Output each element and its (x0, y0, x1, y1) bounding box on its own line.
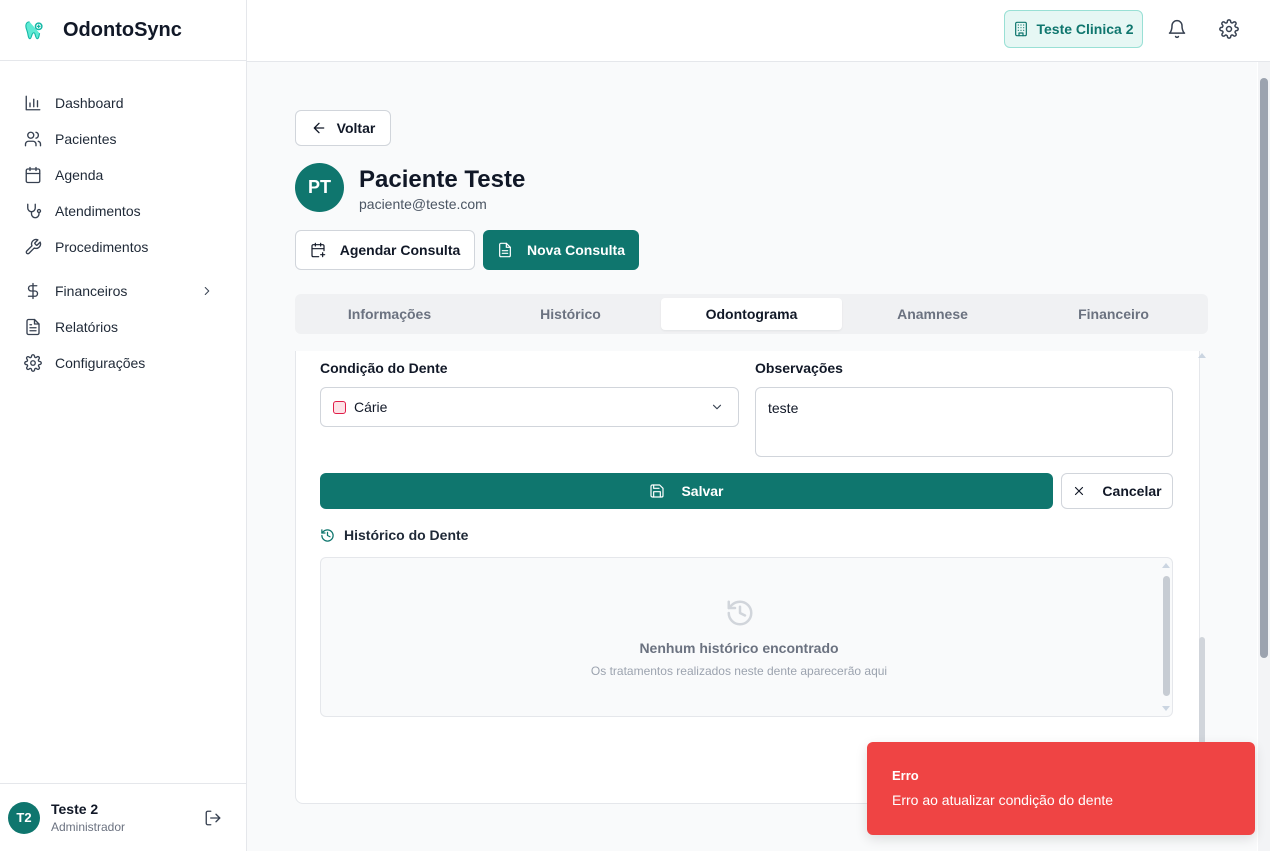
bell-icon[interactable] (1167, 19, 1187, 39)
toast-title: Erro (892, 768, 919, 783)
scroll-up-arrow[interactable] (1198, 353, 1206, 358)
clinic-selector-button[interactable]: Teste Clinica 2 (1004, 10, 1143, 48)
dollar-icon (27, 282, 39, 300)
sidebar-item-label: Agenda (55, 167, 104, 183)
tab-anamnese[interactable]: Anamnese (842, 298, 1023, 330)
sidebar-item-atendimentos[interactable]: Atendimentos (0, 193, 246, 229)
user-profile: T2 Teste 2 Administrador (0, 783, 246, 851)
page-title: Paciente Teste (359, 166, 526, 193)
sidebar-item-label: Atendimentos (55, 203, 141, 219)
sidebar-item-label: Procedimentos (55, 239, 149, 255)
back-label: Voltar (336, 120, 376, 136)
tooth-logo-icon (25, 21, 43, 40)
clinic-label: Teste Clinica 2 (1036, 21, 1134, 37)
scrollbar-thumb[interactable] (1260, 78, 1268, 658)
empty-state-subtitle: Os tratamentos realizados neste dente ap… (590, 664, 888, 678)
toast-message: Erro ao atualizar condição do dente (892, 792, 1114, 808)
top-header: Teste Clinica 2 (247, 0, 1270, 62)
notes-label: Observações (755, 360, 843, 376)
sidebar: OdontoSync Dashboard Pacientes Agenda At… (0, 0, 247, 851)
tab-historico[interactable]: Histórico (480, 298, 661, 330)
sidebar-item-financeiros[interactable]: Financeiros (0, 273, 246, 309)
new-consult-label: Nova Consulta (526, 242, 625, 258)
sidebar-item-label: Configurações (55, 355, 146, 371)
sidebar-item-relatorios[interactable]: Relatórios (0, 309, 246, 345)
close-icon (1075, 486, 1084, 496)
condition-select[interactable]: Cárie (320, 387, 739, 427)
condition-color-swatch (333, 400, 346, 414)
sidebar-item-procedimentos[interactable]: Procedimentos (0, 229, 246, 265)
cancel-button[interactable]: Cancelar (1061, 473, 1173, 509)
patient-email: paciente@teste.com (359, 196, 487, 212)
file-text-icon (26, 318, 40, 336)
tab-financeiro[interactable]: Financeiro (1023, 298, 1204, 330)
stethoscope-icon (27, 203, 42, 219)
save-button[interactable]: Salvar (320, 473, 1053, 509)
notes-textarea[interactable]: teste (755, 387, 1173, 457)
tab-odontograma[interactable]: Odontograma (661, 298, 842, 330)
empty-state-title: Nenhum histórico encontrado (639, 640, 839, 656)
users-icon (24, 131, 42, 147)
save-label: Salvar (681, 483, 724, 499)
scrollbar-thumb[interactable] (1163, 576, 1170, 696)
calendar-icon (25, 166, 41, 184)
patient-tabs: Informações Histórico Odontograma Anamne… (295, 294, 1208, 334)
brand[interactable]: OdontoSync (0, 0, 246, 61)
scroll-down-arrow[interactable] (1162, 706, 1170, 711)
chart-bar-icon (25, 95, 41, 111)
tab-informacoes[interactable]: Informações (299, 298, 480, 330)
history-icon (321, 528, 334, 542)
gear-icon (24, 354, 42, 372)
calendar-plus-icon (311, 242, 325, 258)
settings-gear-icon[interactable] (1219, 19, 1239, 39)
panel-scrollbar[interactable] (1197, 351, 1207, 804)
sidebar-item-agenda[interactable]: Agenda (0, 157, 246, 193)
logout-icon[interactable] (204, 809, 222, 827)
scroll-up-arrow[interactable] (1162, 563, 1170, 568)
back-button[interactable]: Voltar (295, 110, 391, 146)
page-scrollbar[interactable] (1258, 62, 1270, 851)
tooth-history-heading: Histórico do Dente (320, 527, 468, 543)
brand-name: OdontoSync (63, 18, 182, 41)
wrench-icon (25, 238, 42, 255)
schedule-consult-button[interactable]: Agendar Consulta (295, 230, 475, 270)
cancel-label: Cancelar (1102, 483, 1162, 499)
tooth-history-list[interactable]: Nenhum histórico encontrado Os tratament… (320, 557, 1173, 717)
error-toast[interactable]: Erro Erro ao atualizar condição do dente (867, 742, 1255, 835)
sidebar-item-label: Financeiros (55, 283, 128, 299)
chevron-right-icon[interactable] (200, 284, 214, 298)
save-icon (650, 484, 665, 498)
patient-avatar: PT (295, 163, 344, 212)
condition-label: Condição do Dente (320, 360, 448, 376)
chevron-down-icon (712, 404, 722, 410)
document-icon (499, 242, 511, 258)
sidebar-item-label: Relatórios (55, 319, 119, 335)
history-empty-icon (727, 600, 753, 626)
new-consult-button[interactable]: Nova Consulta (483, 230, 639, 270)
sidebar-item-label: Dashboard (55, 95, 124, 111)
sidebar-item-pacientes[interactable]: Pacientes (0, 121, 246, 157)
building-icon (1015, 21, 1028, 37)
schedule-consult-label: Agendar Consulta (339, 242, 461, 258)
history-scrollbar[interactable] (1160, 558, 1172, 716)
sidebar-item-dashboard[interactable]: Dashboard (0, 85, 246, 121)
user-role: Administrador (51, 820, 126, 834)
sidebar-item-label: Pacientes (55, 131, 117, 147)
arrow-left-icon (313, 122, 325, 134)
avatar: T2 (8, 801, 40, 834)
sidebar-nav: Dashboard Pacientes Agenda Atendimentos … (0, 61, 246, 381)
tooth-history-title: Histórico do Dente (344, 527, 469, 543)
condition-value: Cárie (354, 399, 388, 415)
user-name: Teste 2 (51, 801, 99, 817)
tooth-edit-panel: Condição do Dente Observações Cárie test… (295, 351, 1200, 804)
main-content: Voltar PT Paciente Teste paciente@teste.… (247, 62, 1257, 851)
sidebar-item-configuracoes[interactable]: Configurações (0, 345, 246, 381)
